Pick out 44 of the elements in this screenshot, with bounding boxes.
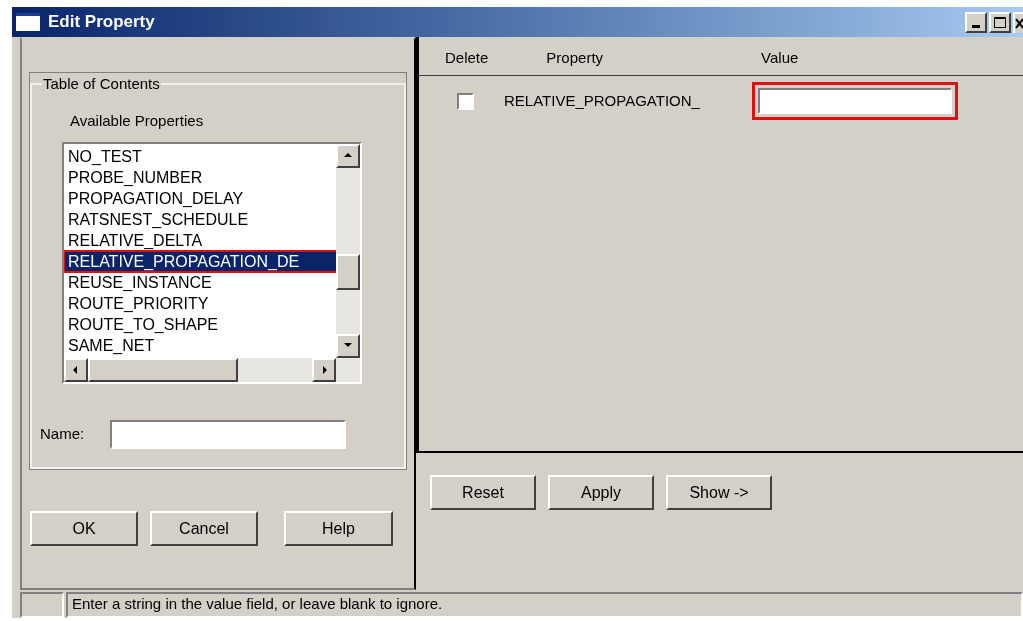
dialog-button[interactable]: Help [284, 511, 393, 546]
list-label: Available Properties [70, 110, 205, 131]
list-item[interactable]: RATSNEST_SCHEDULE [64, 209, 336, 230]
dialog-button[interactable]: Show -> [666, 475, 772, 510]
list-item[interactable]: ROUTE_PRIORITY [64, 293, 336, 314]
list-item[interactable]: REUSE_INSTANCE [64, 272, 336, 293]
scroll-up-button[interactable] [336, 144, 360, 168]
property-name: RELATIVE_PROPAGATION_ [504, 90, 701, 111]
list-item[interactable]: PROPAGATION_DELAY [64, 188, 336, 209]
status-bar: Enter a string in the value field, or leave blank to ignore. [66, 592, 1023, 618]
minimize-icon [972, 24, 980, 28]
maximize-icon [994, 16, 1006, 28]
name-label: Name: [40, 424, 86, 445]
maximize-button[interactable] [989, 11, 1011, 33]
dialog-button[interactable]: Apply [548, 475, 654, 510]
column-header: Delete [445, 47, 489, 68]
list-item[interactable]: ROUTE_TO_SHAPE [64, 314, 336, 335]
scroll-right-button[interactable] [312, 358, 336, 382]
list-item[interactable]: PROBE_NUMBER [64, 167, 336, 188]
list-item[interactable]: RELATIVE_PROPAGATION_DE [64, 251, 336, 272]
window-icon [16, 13, 40, 31]
dialog-button[interactable]: OK [30, 511, 138, 546]
scroll-left-button[interactable] [64, 358, 88, 382]
dialog-button[interactable]: Reset [430, 475, 536, 510]
name-field[interactable] [110, 420, 346, 449]
group-legend: Table of Contents [42, 73, 161, 96]
delete-checkbox[interactable] [457, 92, 474, 110]
value-field[interactable] [758, 88, 952, 114]
scroll-thumb[interactable] [336, 254, 360, 290]
scroll-thumb[interactable] [88, 358, 238, 382]
column-header: Value [761, 47, 799, 68]
dialog-button[interactable]: Cancel [150, 511, 258, 546]
window-title: Edit Property [48, 11, 155, 34]
close-icon [1015, 17, 1023, 29]
list-item[interactable]: RELATIVE_DELTA [64, 230, 336, 251]
status-pane [20, 592, 64, 618]
column-header: Property [546, 47, 604, 68]
list-item[interactable]: SAME_NET [64, 335, 336, 356]
scroll-down-button[interactable] [336, 334, 360, 358]
list-item[interactable]: NO_TEST [64, 146, 336, 167]
minimize-button[interactable] [965, 11, 987, 33]
close-button[interactable] [1013, 11, 1023, 33]
horizontal-scrollbar[interactable] [64, 358, 360, 382]
vertical-scrollbar[interactable] [336, 144, 360, 358]
